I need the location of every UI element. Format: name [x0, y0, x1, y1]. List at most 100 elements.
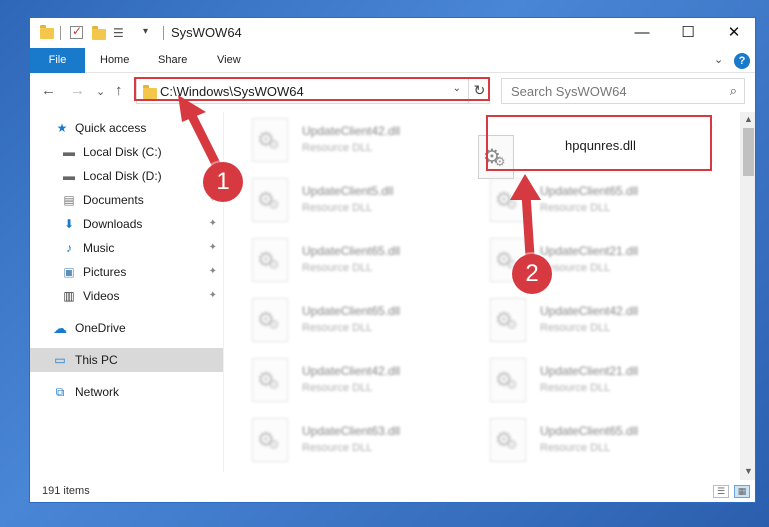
search-input[interactable]: Search SysWOW64 ⌕ [501, 78, 745, 104]
dll-file-icon [252, 298, 288, 342]
file-name: UpdateClient42.dll [302, 364, 401, 378]
sidebar-item-label: Pictures [83, 265, 127, 279]
forward-button[interactable]: → [70, 82, 85, 99]
file-type: Resource DLL [302, 322, 373, 334]
dll-file-icon [252, 238, 288, 282]
downloads-icon: ⬇ [63, 217, 75, 231]
dll-file-icon [490, 298, 526, 342]
up-button[interactable]: ↑ [115, 82, 123, 99]
file-type: Resource DLL [540, 202, 611, 214]
scroll-up-icon[interactable]: ▲ [744, 114, 753, 124]
list-item[interactable]: UpdateClient42.dll Resource DLL [228, 114, 458, 170]
file-name: UpdateClient65.dll [540, 424, 639, 438]
vertical-scrollbar[interactable]: ▲ ▼ [740, 112, 755, 480]
customize-toolbar-icon[interactable]: ☰ [113, 26, 124, 42]
tab-view[interactable]: View [217, 48, 241, 73]
file-name: UpdateClient5.dll [302, 184, 394, 198]
sidebar-item-local-disk-c[interactable]: ▬ Local Disk (C:) [30, 140, 223, 164]
sidebar-item-documents[interactable]: ▤ Documents ✦ [30, 188, 223, 212]
file-name: UpdateClient65.dll [540, 184, 639, 198]
onedrive-icon: ☁ [53, 320, 67, 336]
step-1-marker: 1 [203, 162, 243, 202]
dll-file-icon [252, 358, 288, 402]
sidebar-item-downloads[interactable]: ⬇ Downloads ✦ [30, 212, 223, 236]
list-item[interactable]: UpdateClient42.dll Resource DLL [228, 354, 458, 410]
music-icon: ♪ [66, 241, 72, 255]
help-icon[interactable]: ? [734, 53, 750, 69]
sidebar-item-label: Documents [83, 193, 144, 207]
documents-icon: ▤ [63, 193, 75, 207]
sidebar-item-label: Local Disk (D:) [83, 169, 162, 183]
file-highlight [486, 115, 712, 171]
sidebar-item-label: This PC [75, 353, 118, 367]
file-name: UpdateClient65.dll [302, 304, 401, 318]
star-icon: ★ [56, 121, 68, 135]
dll-file-icon [252, 178, 288, 222]
dll-file-icon [490, 358, 526, 402]
file-type: Resource DLL [302, 142, 373, 154]
tab-share[interactable]: Share [158, 48, 187, 73]
file-type: Resource DLL [540, 322, 611, 334]
file-name: UpdateClient42.dll [302, 124, 401, 138]
search-placeholder: Search SysWOW64 [511, 84, 627, 99]
pictures-icon: ▣ [63, 265, 75, 279]
sidebar-item-music[interactable]: ♪ Music ✦ [30, 236, 223, 260]
file-type: Resource DLL [302, 262, 373, 274]
pin-icon: ✦ [208, 290, 217, 301]
expand-ribbon-icon[interactable]: ⌄ [714, 53, 723, 66]
sidebar-item-quick-access[interactable]: ★ Quick access [30, 116, 223, 140]
search-icon[interactable]: ⌕ [730, 83, 737, 99]
quick-access-dropdown-icon[interactable]: ▾ [143, 26, 148, 42]
dll-file-icon [252, 418, 288, 462]
new-folder-icon[interactable] [92, 26, 106, 40]
pin-icon: ✦ [208, 266, 217, 277]
list-item[interactable]: UpdateClient65.dll Resource DLL [228, 294, 458, 350]
file-type: Resource DLL [540, 382, 611, 394]
sidebar-item-label: Videos [83, 289, 120, 303]
step-2-marker: 2 [512, 254, 552, 294]
file-name: UpdateClient21.dll [540, 364, 639, 378]
file-name: UpdateClient42.dll [540, 304, 639, 318]
list-item[interactable]: UpdateClient5.dll Resource DLL [228, 174, 458, 230]
list-item[interactable]: UpdateClient42.dll Resource DLL [466, 294, 696, 350]
list-item[interactable]: UpdateClient21.dll Resource DLL [466, 354, 696, 410]
sidebar-item-pictures[interactable]: ▣ Pictures ✦ [30, 260, 223, 284]
scroll-down-icon[interactable]: ▼ [744, 466, 753, 476]
videos-icon: ▥ [63, 289, 75, 303]
item-count: 191 items [42, 485, 90, 497]
sidebar-item-videos[interactable]: ▥ Videos ✦ [30, 284, 223, 308]
minimize-button[interactable]: — [619, 18, 665, 48]
sidebar-item-label: Local Disk (C:) [83, 145, 162, 159]
network-icon: ⧉ [55, 385, 65, 399]
sidebar-item-onedrive[interactable]: ☁ OneDrive [30, 316, 223, 340]
sidebar-item-label: Downloads [83, 217, 143, 231]
toolbar-separator [60, 26, 61, 40]
file-type: Resource DLL [302, 202, 373, 214]
details-view-icon[interactable]: ☰ [713, 485, 729, 498]
recent-locations-button[interactable]: ⌄ [96, 85, 105, 98]
tab-home[interactable]: Home [100, 48, 129, 73]
sidebar-item-this-pc[interactable]: ▭ This PC [30, 348, 223, 372]
file-type: Resource DLL [302, 442, 373, 454]
file-name: UpdateClient21.dll [540, 244, 639, 258]
tab-file[interactable]: File [30, 48, 85, 73]
list-item[interactable]: UpdateClient63.dll Resource DLL [228, 414, 458, 470]
computer-icon: ▭ [54, 353, 66, 367]
close-button[interactable]: ✕ [711, 18, 755, 48]
list-item[interactable]: UpdateClient65.dll Resource DLL [466, 174, 696, 230]
list-item[interactable]: UpdateClient65.dll Resource DLL [228, 234, 458, 290]
list-item[interactable]: UpdateClient21.dll Resource DLL [466, 234, 696, 290]
back-button[interactable]: ← [41, 82, 56, 99]
list-item[interactable]: UpdateClient65.dll Resource DLL [466, 414, 696, 470]
properties-icon[interactable]: ✓ [70, 24, 83, 39]
sidebar-item-network[interactable]: ⧉ Network [30, 380, 223, 404]
sidebar-item-label: Network [75, 385, 120, 399]
file-name: UpdateClient65.dll [302, 244, 401, 258]
scrollbar-thumb[interactable] [743, 128, 754, 176]
sidebar-item-local-disk-d[interactable]: ▬ Local Disk (D:) [30, 164, 223, 188]
large-icons-view-icon[interactable]: ▦ [734, 485, 750, 498]
pin-icon: ✦ [208, 218, 217, 229]
title-separator [163, 26, 164, 40]
maximize-button[interactable]: ☐ [665, 18, 711, 48]
file-type: Resource DLL [540, 442, 611, 454]
